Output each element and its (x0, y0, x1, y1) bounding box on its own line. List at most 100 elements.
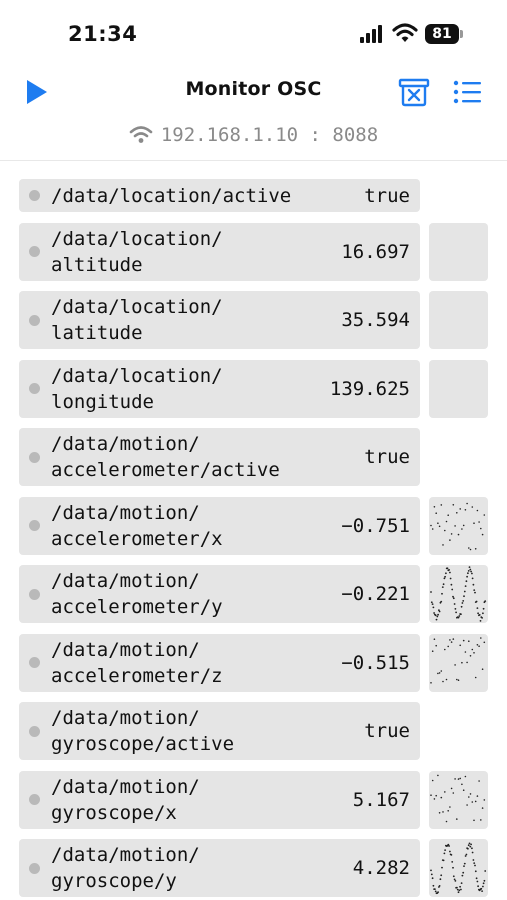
plot-point (450, 532, 453, 535)
plot-point (437, 774, 439, 776)
plot-point (459, 777, 461, 779)
clear-log-button[interactable] (398, 76, 430, 108)
plot-point (448, 569, 450, 571)
message-row[interactable]: /data/motion/accelerometer/y −0.221 (19, 565, 420, 623)
address-line: altitude (51, 253, 143, 276)
plot-point (465, 580, 468, 583)
plot-point (447, 809, 449, 812)
plot-point (444, 648, 446, 650)
plot-point (432, 606, 435, 609)
plot-point (435, 794, 437, 796)
value-plot-thumbnail (429, 770, 488, 829)
address-line: /data/motion/ (51, 433, 200, 455)
plot-point (445, 678, 448, 680)
value-plot-thumbnail (429, 633, 488, 692)
message-value: 139.625 (329, 377, 410, 400)
message-address: /data/location/latitude (51, 294, 223, 346)
plot-point (462, 788, 465, 791)
plot-point (452, 791, 455, 794)
plot-point (462, 639, 465, 641)
plot-point (444, 529, 446, 531)
message-row[interactable]: /data/motion/accelerometer/z −0.515 (19, 633, 420, 692)
plot-point (457, 616, 460, 619)
plot-point (474, 870, 477, 873)
plot-point (474, 591, 476, 594)
plot-point (431, 877, 434, 880)
value-plot-thumbnail (429, 565, 488, 623)
plot-point (441, 586, 444, 588)
plot-point (447, 513, 449, 516)
plot-point (482, 882, 485, 885)
plot-point (453, 603, 456, 605)
sparkline-plot (430, 566, 487, 622)
value-plot-thumbnail (429, 291, 488, 349)
plot-point (431, 649, 434, 652)
status-dot (29, 314, 40, 326)
plot-point (435, 618, 438, 621)
message-row[interactable]: /data/motion/gyroscope/active true (19, 702, 420, 760)
plot-point (435, 644, 437, 646)
battery-cap (460, 30, 463, 38)
plot-point (480, 818, 482, 821)
plot-point (463, 862, 466, 865)
plot-point (457, 678, 460, 681)
plot-point (483, 798, 486, 801)
plot-point (445, 572, 447, 575)
plot-point (466, 502, 468, 504)
plot-point (454, 880, 457, 882)
plot-point (444, 849, 446, 851)
message-address: /data/motion/accelerometer/active (51, 431, 280, 483)
value-plot-thumbnail (429, 496, 488, 555)
plot-point (452, 637, 455, 640)
value-plot-thumbnail (429, 359, 488, 418)
plot-point (473, 819, 475, 821)
message-row[interactable]: /data/location/longitude 139.625 (19, 359, 420, 418)
plot-point (457, 533, 460, 535)
plot-point (468, 566, 471, 568)
connection-address: 192.168.1.10 : 8088 (0, 124, 507, 154)
address-line: /data/motion/ (51, 501, 200, 524)
plot-point (437, 672, 439, 674)
message-row[interactable]: /data/location/altitude 16.697 (19, 222, 420, 281)
plot-point (440, 874, 443, 877)
plot-point (438, 525, 441, 527)
plot-point (460, 605, 463, 608)
status-dot (29, 725, 40, 737)
plot-point (483, 641, 486, 643)
message-row[interactable]: /data/motion/accelerometer/active true (19, 428, 420, 486)
plot-point (443, 577, 446, 580)
plot-point (476, 643, 479, 646)
plot-point (452, 597, 455, 600)
plot-point (474, 864, 476, 867)
message-row[interactable]: /data/motion/accelerometer/x −0.751 (19, 496, 420, 555)
plot-point (471, 505, 474, 508)
plot-point (479, 620, 482, 622)
message-row[interactable]: /data/location/latitude 35.594 (19, 291, 420, 349)
plot-point (442, 680, 444, 682)
status-dot (29, 246, 40, 257)
plot-point (433, 612, 435, 614)
message-row[interactable]: /data/location/active true (19, 179, 420, 212)
message-row[interactable]: /data/motion/gyroscope/x 5.167 (19, 770, 420, 829)
plot-point (472, 859, 475, 861)
plot-point (430, 873, 433, 876)
message-address: /data/motion/gyroscope/y (51, 842, 200, 894)
message-row[interactable]: /data/motion/gyroscope/y 4.282 (19, 839, 420, 897)
message-address: /data/location/longitude (51, 363, 223, 415)
sparkline-plot (430, 842, 487, 895)
plot-point (439, 878, 442, 881)
plot-point (473, 651, 475, 654)
list-icon[interactable] (452, 78, 482, 106)
plot-point (438, 811, 441, 814)
plot-point (469, 654, 472, 657)
plot-point (440, 796, 443, 798)
plot-point (478, 614, 481, 616)
plot-point (464, 650, 467, 653)
plot-point (484, 870, 487, 872)
plot-point (476, 794, 479, 797)
plot-point (482, 607, 485, 610)
plot-point (474, 547, 477, 550)
address-line: gyroscope/y (51, 870, 177, 892)
plot-point (463, 595, 465, 598)
address-line: /data/motion/ (51, 844, 200, 866)
